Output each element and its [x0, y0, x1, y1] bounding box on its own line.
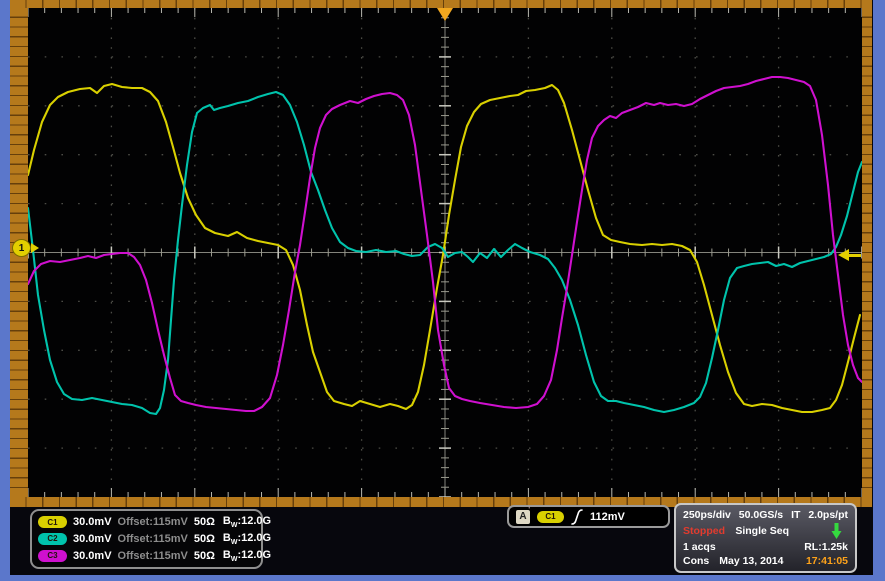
persona-date-group: Cons May 13, 2014 [683, 555, 783, 567]
resolution: 2.0ps/pt [808, 509, 848, 521]
trigger-level-marker[interactable] [838, 249, 861, 261]
clock: 17:41:05 [806, 555, 848, 567]
status-line: Stopped Single Seq [683, 523, 848, 539]
timebase-line: 250ps/div 50.0GS/s IT 2.0ps/pt [683, 509, 848, 521]
ch1-reference-arrow-icon [31, 243, 39, 253]
persona-label: Cons [683, 555, 709, 567]
trigger-readout-box[interactable]: Aʹ C1 112mV [507, 505, 670, 528]
trigger-position-marker[interactable] [437, 8, 453, 21]
waveform-traces [28, 8, 862, 497]
waveform-screen[interactable] [28, 8, 862, 497]
rising-edge-icon [571, 509, 583, 525]
channel-termination: 50Ω [194, 516, 215, 528]
timebase-value: 250ps/div [683, 509, 731, 521]
acq-count-line: 1 acqs RL:1.25k [683, 541, 848, 553]
interp-mode: IT [791, 509, 800, 521]
trigger-level-value: 112mV [590, 511, 625, 523]
date-line: Cons May 13, 2014 17:41:05 [683, 555, 848, 567]
frame-ticks-top [10, 0, 872, 8]
trigger-level-arrow-tail [849, 254, 861, 257]
scope-bezel: 1 C1 30.0mV Offset:115mV 50Ω BW:12.0G C2… [10, 0, 873, 575]
channel-termination: 50Ω [194, 533, 215, 545]
channel-offset: Offset:115mV [118, 550, 188, 562]
ch1-reference-marker[interactable]: 1 [12, 239, 39, 257]
acq-mode: Single Seq [735, 525, 789, 537]
channel-readout-box[interactable]: C1 30.0mV Offset:115mV 50Ω BW:12.0G C2 3… [30, 509, 263, 569]
trigger-a-badge: Aʹ [516, 510, 530, 524]
channel-scale: 30.0mV [73, 533, 112, 545]
sample-rate: 50.0GS/s [739, 509, 783, 521]
channel-row-c1[interactable]: C1 30.0mV Offset:115mV 50Ω BW:12.0G [38, 515, 255, 529]
channel-bandwidth: BW:12.0G [223, 515, 271, 529]
trigger-source-badge: C1 [537, 511, 564, 523]
date-label: May 13, 2014 [719, 555, 783, 567]
channel-scale: 30.0mV [73, 516, 112, 528]
channel-scale: 30.0mV [73, 550, 112, 562]
channel-offset: Offset:115mV [118, 533, 188, 545]
trigger-a-mark: ʹ [528, 507, 530, 514]
channel-badge-c2[interactable]: C2 [38, 533, 67, 545]
channel-badge-c1[interactable]: C1 [38, 516, 67, 528]
oscilloscope-screenshot: 1 C1 30.0mV Offset:115mV 50Ω BW:12.0G C2… [0, 0, 885, 581]
channel-bandwidth: BW:12.0G [223, 532, 271, 546]
frame-ticks-right [862, 8, 872, 497]
green-down-arrow-icon [831, 523, 842, 539]
channel-offset: Offset:115mV [118, 516, 188, 528]
ch1-reference-bubble: 1 [12, 239, 31, 257]
readout-strip: C1 30.0mV Offset:115mV 50Ω BW:12.0G C2 3… [10, 507, 872, 575]
acq-status: Stopped [683, 525, 725, 537]
channel-bandwidth: BW:12.0G [223, 549, 271, 563]
acq-count: 1 acqs [683, 541, 716, 553]
channel-row-c2[interactable]: C2 30.0mV Offset:115mV 50Ω BW:12.0G [38, 532, 255, 546]
trigger-level-arrow-icon [838, 249, 849, 261]
channel-badge-c3[interactable]: C3 [38, 550, 67, 562]
acquisition-box[interactable]: 250ps/div 50.0GS/s IT 2.0ps/pt Stopped S… [674, 503, 857, 573]
channel-row-c3[interactable]: C3 30.0mV Offset:115mV 50Ω BW:12.0G [38, 549, 255, 563]
channel-termination: 50Ω [194, 550, 215, 562]
record-length: RL:1.25k [804, 541, 848, 553]
